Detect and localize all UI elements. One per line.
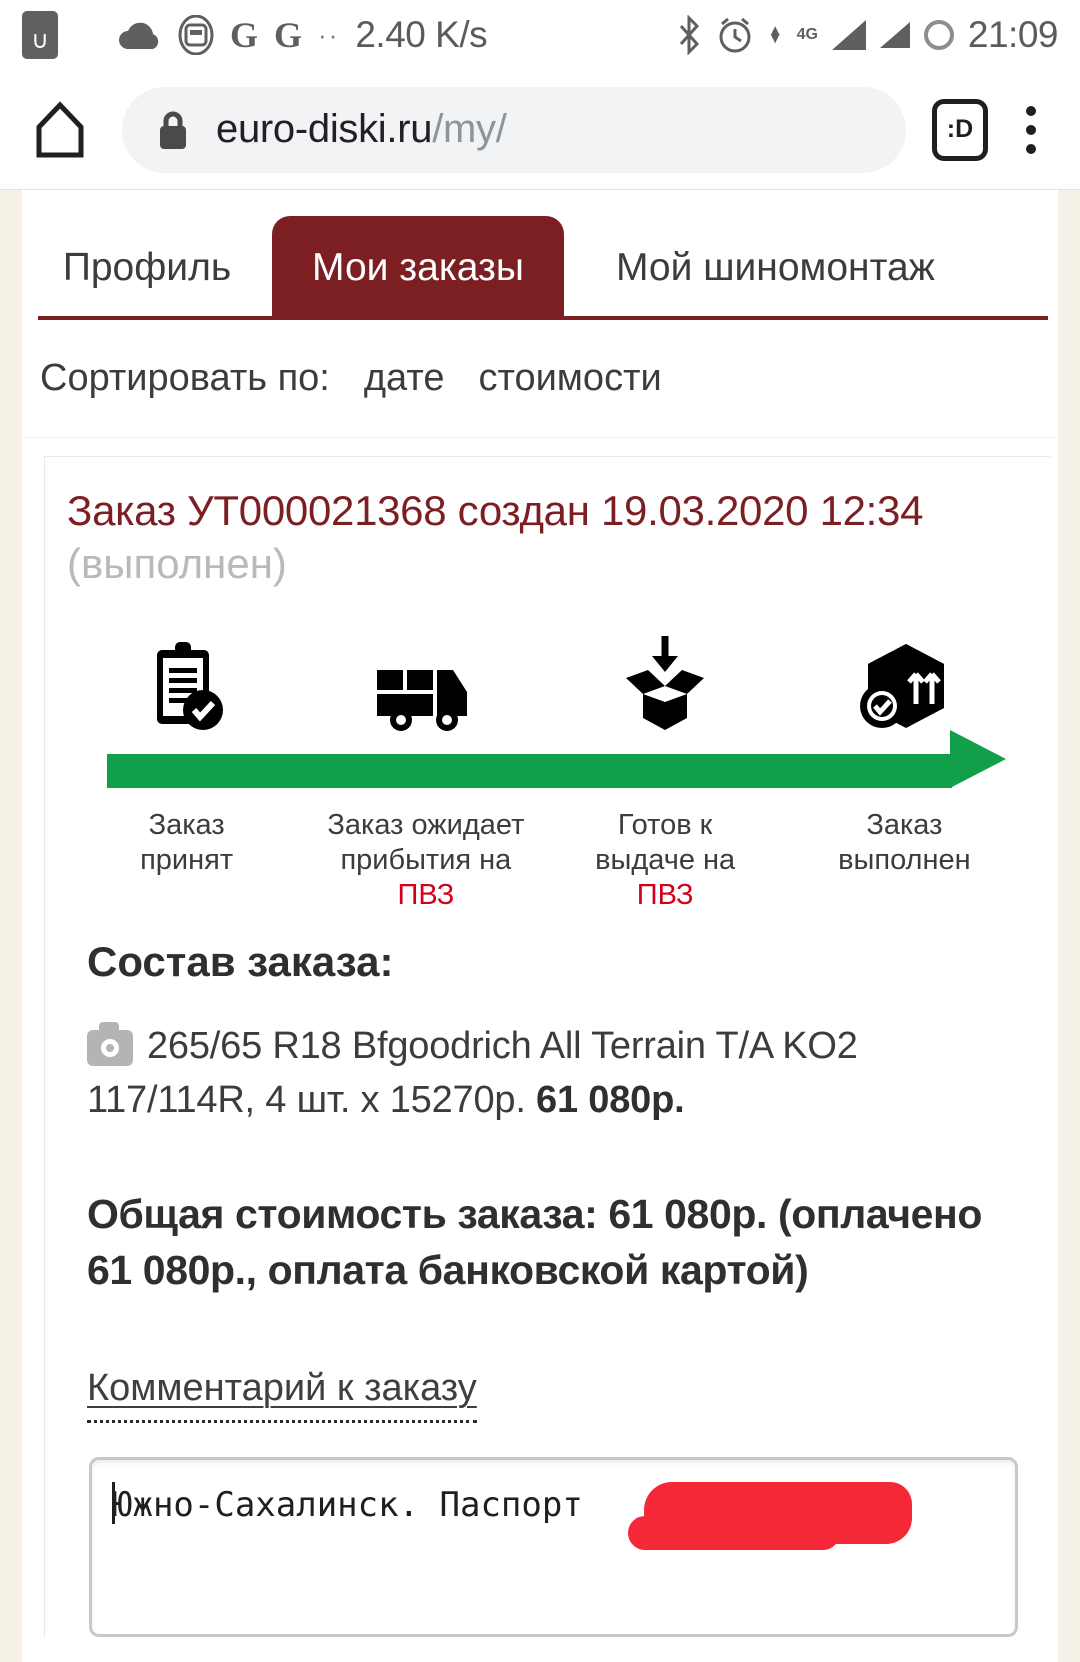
cloud-icon: [119, 22, 159, 49]
battery-ring-icon: [923, 20, 954, 50]
more-notifications-icon: ··: [318, 19, 340, 50]
tab-my-tire-service[interactable]: Мой шиномонтаж: [564, 246, 935, 320]
browser-toolbar: euro-diski.ru/my/ :D: [0, 70, 1080, 190]
sort-option-date[interactable]: дате: [364, 357, 445, 400]
signal-bars-icon: [831, 20, 866, 50]
sim-tray-icon: ∪: [22, 11, 58, 59]
camera-icon[interactable]: [87, 1022, 133, 1066]
tracker-label-1-line1: Заказ: [148, 809, 225, 841]
package-check-icon: [860, 644, 945, 728]
tracker-step-2: [306, 656, 545, 734]
order-item-row: 265/65 R18 Bfgoodrich All Terrain T/A KO…: [87, 1020, 1024, 1128]
sort-bar: Сортировать по: дате стоимости: [22, 320, 1058, 438]
tracker-label-2-line1: Заказ ожидает: [327, 809, 525, 841]
lock-icon: [156, 108, 190, 152]
tracker-label-2-pvz: ПВЗ: [397, 878, 455, 911]
tracker-label-1-line2: принят: [140, 843, 234, 876]
tracker-labels-row: Заказ принят Заказ ожидает прибытия на П…: [67, 808, 1024, 912]
status-bar-clock: 21:09: [967, 14, 1059, 55]
sort-option-cost[interactable]: стоимости: [478, 357, 661, 400]
status-bar-system-icons: ▲ ▼ 4G 21:09: [676, 14, 1059, 56]
url-domain: euro-diski.ru: [216, 107, 433, 151]
comment-label: Комментарий к заказу: [87, 1367, 477, 1424]
order-card: Заказ УТ000021368 создан 19.03.2020 12:3…: [44, 456, 1050, 1638]
tabs-underline: [38, 316, 1048, 320]
url-text: euro-diski.ru/my/: [216, 107, 507, 152]
tracker-label-3-line1: Готов к: [617, 809, 713, 841]
redaction-mark: [628, 1482, 912, 1551]
order-item-spec: 117/114R, 4 шт. x 15270р.: [87, 1078, 526, 1121]
tracker-step-3: [546, 634, 785, 734]
page-content: Профиль Мои заказы Мой шиномонтаж Сортир…: [22, 190, 1058, 1662]
tracker-label-4-line1: Заказ: [866, 809, 943, 841]
data-transfer-icon: ▲ ▼: [767, 21, 783, 47]
progress-bar-arrowhead: [950, 730, 1006, 788]
open-box-icon: [626, 636, 705, 730]
tab-my-orders[interactable]: Мои заказы: [272, 216, 564, 320]
order-status: (выполнен): [67, 539, 287, 587]
progress-bar: [107, 730, 1006, 794]
delivery-truck-icon: [376, 670, 467, 731]
progress-bar-fill: [107, 754, 952, 788]
tracker-label-4: Заказ выполнен: [785, 808, 1024, 912]
sort-label: Сортировать по:: [40, 357, 330, 399]
google-icon-1: G: [230, 15, 259, 55]
order-item-total: 61 080р.: [536, 1078, 685, 1121]
order-title: Заказ УТ000021368 создан 19.03.2020 12:3…: [67, 487, 924, 534]
tracker-label-2: Заказ ожидает прибытия на ПВЗ: [306, 808, 545, 912]
url-path: /my/: [432, 107, 507, 151]
account-tabs: Профиль Мои заказы Мой шиномонтаж: [22, 190, 1058, 320]
tracker-icons-row: [67, 634, 1024, 734]
tab-profile[interactable]: Профиль: [22, 246, 272, 320]
google-icon-2: G: [274, 15, 303, 55]
address-bar[interactable]: euro-diski.ru/my/: [122, 86, 906, 173]
tracker-step-1: [67, 638, 306, 734]
home-button[interactable]: [30, 100, 90, 159]
tracker-label-3-pvz: ПВЗ: [636, 878, 694, 911]
clipboard-check-icon: [156, 642, 223, 730]
order-total: Общая стоимость заказа: 61 080р. (оплаче…: [87, 1190, 983, 1294]
network-type-label: 4G: [796, 26, 818, 43]
order-item-name: 265/65 R18 Bfgoodrich All Terrain T/A KO…: [147, 1025, 858, 1067]
signal-bars-icon-2: [879, 22, 910, 48]
sim-card-icon: [178, 15, 214, 55]
tracker-label-3-line2: выдаче на: [595, 843, 736, 876]
sim-tray-glyph: ∪: [31, 27, 49, 54]
web-page: Профиль Мои заказы Мой шиномонтаж Сортир…: [0, 190, 1080, 1662]
tab-switcher-button[interactable]: :D: [932, 98, 988, 161]
tracker-step-4: [785, 638, 1024, 734]
bluetooth-icon: [679, 15, 699, 55]
alarm-clock-icon: [719, 17, 751, 53]
home-icon: [36, 100, 84, 157]
tracker-label-3: Готов к выдаче на ПВЗ: [546, 808, 785, 912]
android-status-bar: ∪ G G ·· 2.40 K/s ▲ ▼ 4G 21:09: [0, 0, 1080, 70]
tracker-label-4-line2: выполнен: [838, 843, 971, 876]
order-contents-title: Состав заказа:: [87, 938, 394, 985]
tracker-label-1: Заказ принят: [67, 808, 306, 912]
status-bar-notification-icons: G G ·· 2.40 K/s: [118, 14, 488, 56]
network-speed-label: 2.40 K/s: [355, 14, 488, 55]
status-bar-left: ∪: [22, 11, 58, 59]
comment-text-value: Южно-Сахалинск. Паспорт: [112, 1485, 604, 1526]
comment-input[interactable]: Южно-Сахалинск. Паспорт: [89, 1457, 1018, 1638]
kebab-menu-icon[interactable]: [1012, 102, 1050, 158]
order-progress-tracker: Заказ принят Заказ ожидает прибытия на П…: [67, 634, 1024, 911]
tracker-label-2-line2: прибытия на: [340, 843, 512, 876]
